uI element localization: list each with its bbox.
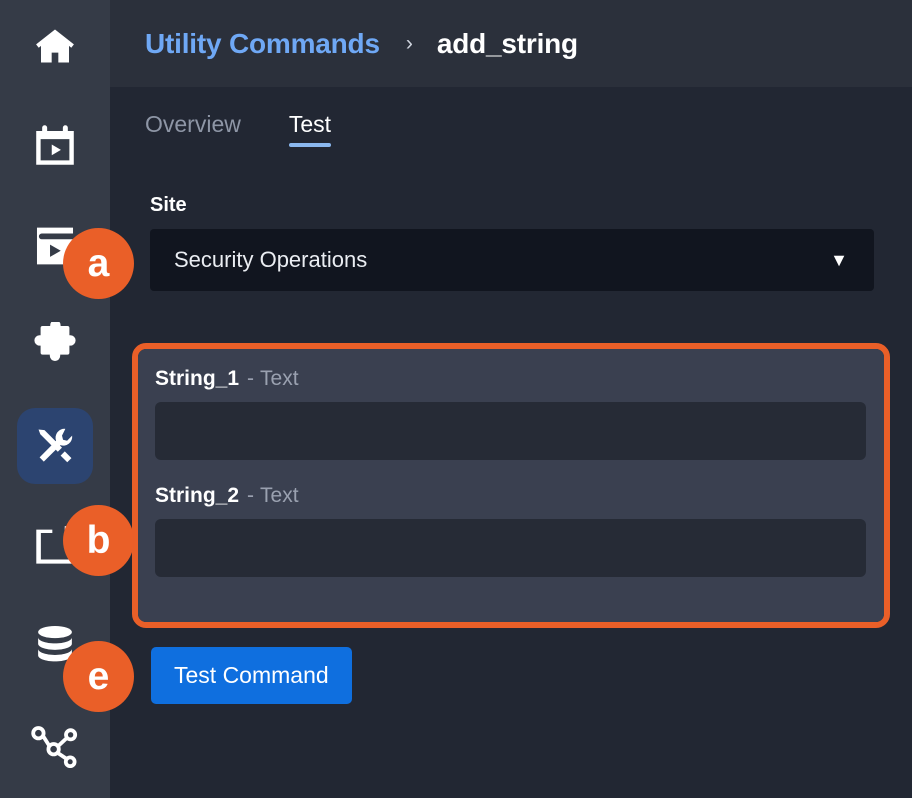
share-nodes-icon xyxy=(31,724,79,768)
parameters-card: String_1-Text String_2-Text xyxy=(138,349,884,622)
home-icon xyxy=(32,25,78,67)
parameter-dash: - xyxy=(247,484,254,507)
sidebar-item-home[interactable] xyxy=(17,8,93,84)
parameter-label-string-2: String_2-Text xyxy=(155,484,866,508)
string-1-input[interactable] xyxy=(155,402,866,460)
parameter-name: String_2 xyxy=(155,484,239,507)
annotation-badge-b: b xyxy=(63,505,134,576)
tab-test[interactable]: Test xyxy=(289,110,331,147)
parameter-type: Text xyxy=(260,484,299,507)
page-title: add_string xyxy=(437,28,578,60)
sidebar-item-scheduler[interactable] xyxy=(17,108,93,184)
parameter-label-string-1: String_1-Text xyxy=(155,367,866,391)
site-field-group: Site Security Operations ▼ xyxy=(150,194,874,291)
sidebar-item-utilities[interactable] xyxy=(17,408,93,484)
puzzle-icon xyxy=(31,322,79,370)
tab-overview[interactable]: Overview xyxy=(145,110,241,147)
calendar-play-icon xyxy=(32,123,78,169)
parameter-name: String_1 xyxy=(155,367,239,390)
parameter-dash: - xyxy=(247,367,254,390)
chevron-right-icon: › xyxy=(406,32,413,56)
parameter-type: Text xyxy=(260,367,299,390)
string-2-input[interactable] xyxy=(155,519,866,577)
site-select[interactable]: Security Operations ▼ xyxy=(150,229,874,291)
tab-bar: Overview Test xyxy=(145,110,331,147)
chevron-down-icon: ▼ xyxy=(830,251,848,269)
test-command-button[interactable]: Test Command xyxy=(151,647,352,704)
annotation-badge-a: a xyxy=(63,228,134,299)
sidebar-item-integrations[interactable] xyxy=(17,308,93,384)
tools-icon xyxy=(34,425,76,467)
site-select-value: Security Operations xyxy=(174,247,367,273)
site-label: Site xyxy=(150,194,874,217)
sidebar-item-connections[interactable] xyxy=(17,708,93,784)
breadcrumb-parent-link[interactable]: Utility Commands xyxy=(145,28,380,60)
annotation-badge-e: e xyxy=(63,641,134,712)
parameters-highlight-box: String_1-Text String_2-Text xyxy=(132,343,890,628)
breadcrumb: Utility Commands › add_string xyxy=(145,22,578,66)
